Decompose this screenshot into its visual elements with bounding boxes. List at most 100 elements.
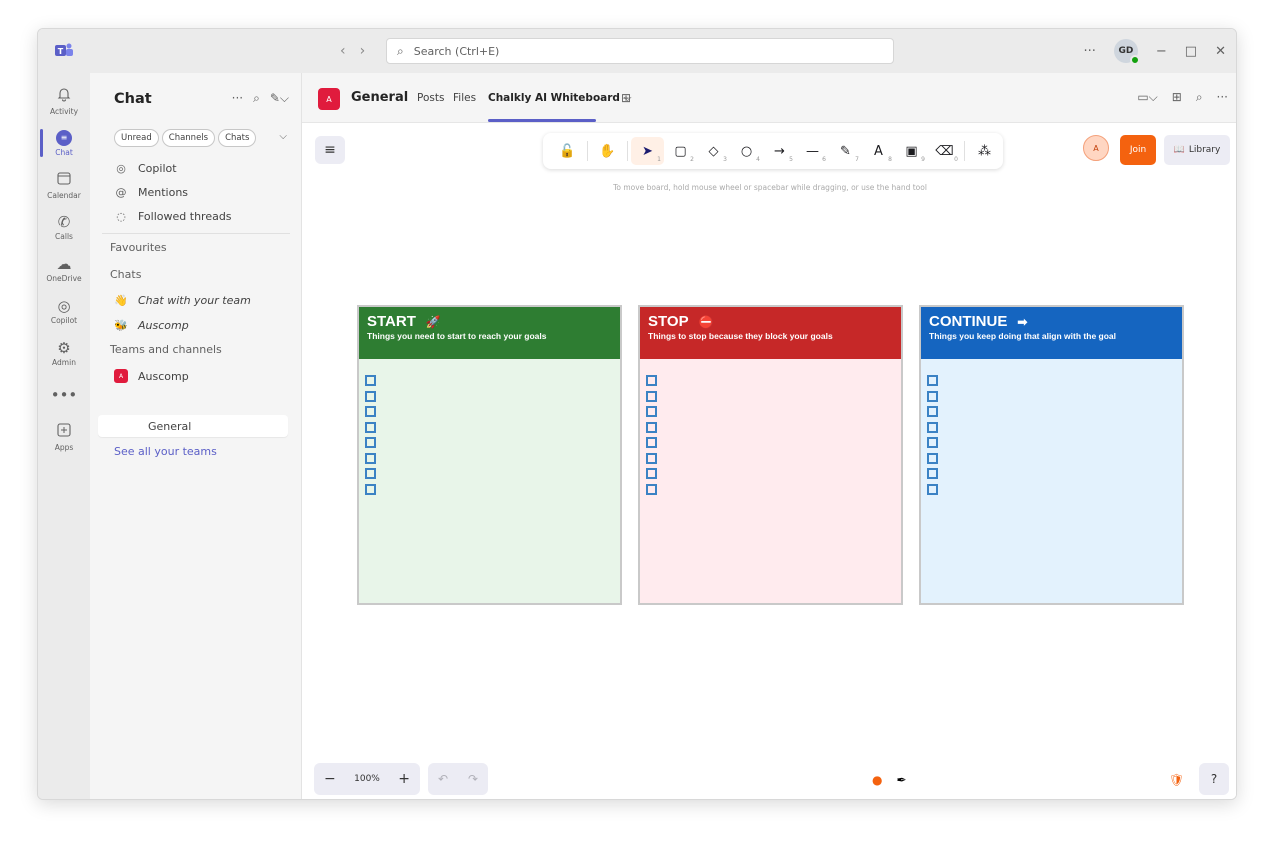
user-avatar[interactable]: GD xyxy=(1113,39,1140,65)
checkbox[interactable] xyxy=(365,406,376,417)
checkbox[interactable] xyxy=(365,421,376,433)
search-icon[interactable]: ⌕ xyxy=(253,91,260,106)
comment-icon[interactable]: ● xyxy=(872,773,882,787)
tab-posts[interactable]: Posts xyxy=(417,92,444,104)
ellipse-icon: ○ xyxy=(740,143,753,159)
filter-channels[interactable]: Channels xyxy=(161,129,216,147)
checkbox[interactable] xyxy=(927,406,938,417)
tool-pointer[interactable]: ➤ 1 xyxy=(631,137,664,165)
filter-chats[interactable]: Chats xyxy=(218,129,257,147)
collaborator-avatar[interactable]: A xyxy=(1083,135,1109,161)
tool-image[interactable]: ▣ 9 xyxy=(895,137,928,165)
checkbox[interactable] xyxy=(646,452,657,464)
checkbox[interactable] xyxy=(646,375,657,386)
close-icon[interactable]: ✕ xyxy=(1215,44,1226,59)
tool-text[interactable]: A8 xyxy=(862,137,895,165)
rail-item-apps[interactable]: Apps xyxy=(38,417,90,457)
sidebar-item-mentions[interactable]: @ Mentions xyxy=(114,186,189,199)
tab-whiteboard[interactable]: Chalkly AI Whiteboard ⌵ xyxy=(488,92,632,105)
chevron-down-icon[interactable]: ⌵ xyxy=(279,131,287,142)
checkbox[interactable] xyxy=(927,483,938,495)
checkbox[interactable] xyxy=(927,390,938,402)
retro-card-stop[interactable]: STOP ⛔ Things to stop because they block y… xyxy=(638,305,903,605)
rail-item-activity[interactable]: Activity xyxy=(38,81,90,121)
more-options-icon[interactable]: ··· xyxy=(232,91,243,106)
tool-arrow[interactable]: → 5 xyxy=(763,137,796,165)
maximize-icon[interactable]: □ xyxy=(1185,44,1197,59)
rail-item-more[interactable]: ••• xyxy=(38,375,90,415)
tool-line[interactable]: —6 xyxy=(796,137,829,165)
checkbox[interactable] xyxy=(365,483,376,495)
tool-eraser[interactable]: ⌫ 0 xyxy=(928,137,961,165)
search-icon[interactable]: ⌕ xyxy=(1196,90,1203,105)
team-item-auscomp[interactable]: A Auscomp xyxy=(114,369,189,383)
help-button[interactable]: ? xyxy=(1199,763,1229,795)
filter-unread[interactable]: Unread xyxy=(114,129,159,147)
undo-icon[interactable]: ↶ xyxy=(438,772,448,786)
checkbox[interactable] xyxy=(927,421,938,433)
sidebar-item-followed-threads[interactable]: ◌ Followed threads xyxy=(114,210,231,223)
whiteboard-canvas[interactable]: ≡ 🔓 ✋ ➤ 1 ▢ 2 ◇ 3 ○ 4 → 5—6 ✎ 7 A 8 ▣ 9 ⌫ 0 ⁂ To move board,… xyxy=(302,123,1236,799)
tool-hand[interactable]: ✋ xyxy=(591,137,624,165)
shield-icon[interactable]: 🛡 xyxy=(1169,773,1184,787)
chat-item-auscomp[interactable]: 🐝 Auscomp xyxy=(114,318,189,332)
menu-button[interactable]: ≡ xyxy=(315,136,345,164)
tool-lock[interactable]: 🔓 xyxy=(551,137,584,165)
section-chats[interactable]: Chats xyxy=(110,268,141,281)
checkbox[interactable] xyxy=(365,375,376,386)
checkbox[interactable] xyxy=(927,437,938,448)
checkbox[interactable] xyxy=(365,390,376,402)
help-icon: ? xyxy=(1210,772,1218,786)
add-tab-icon[interactable]: ⊞ xyxy=(621,91,631,105)
zoom-in-icon[interactable]: + xyxy=(398,771,410,787)
see-all-teams-link[interactable]: See all your teams xyxy=(114,445,217,458)
apps-grid-icon[interactable]: ⊞ xyxy=(1172,90,1182,105)
checkbox[interactable] xyxy=(365,452,376,464)
channel-item-general[interactable] xyxy=(98,415,288,437)
checkbox[interactable] xyxy=(927,375,938,386)
zoom-out-icon[interactable]: − xyxy=(324,771,336,787)
checkbox[interactable] xyxy=(927,452,938,464)
meet-video-icon[interactable]: ▭⌵ xyxy=(1137,90,1157,105)
tool-pencil[interactable]: ✎ 7 xyxy=(829,137,862,165)
checkbox[interactable] xyxy=(646,468,657,479)
checkbox[interactable] xyxy=(646,390,657,402)
rail-item-calls[interactable]: ✆ Calls xyxy=(38,207,90,247)
rail-item-calendar[interactable]: Calendar xyxy=(38,165,90,205)
pen-cursor-icon[interactable]: ✒ xyxy=(896,773,906,787)
checkbox[interactable] xyxy=(646,406,657,417)
back-arrow-icon[interactable]: ‹ xyxy=(340,43,360,59)
rail-item-chat[interactable]: ≡ Chat xyxy=(38,123,90,163)
checkbox[interactable] xyxy=(365,437,376,448)
checkbox[interactable] xyxy=(365,468,376,479)
library-button[interactable]: 📖 Library xyxy=(1164,135,1230,165)
more-options-icon[interactable]: ··· xyxy=(1083,44,1095,59)
join-button[interactable]: Join xyxy=(1120,135,1156,165)
retro-card-start[interactable]: START 🚀 Things you need to start to reach … xyxy=(357,305,622,605)
more-options-icon[interactable]: ··· xyxy=(1217,90,1228,105)
rail-item-copilot[interactable]: ◎ Copilot xyxy=(38,291,90,331)
section-favourites[interactable]: Favourites xyxy=(110,241,167,254)
tool-rectangle[interactable]: ▢ 2 xyxy=(664,137,697,165)
redo-icon[interactable]: ↷ xyxy=(468,772,478,786)
minimize-icon[interactable]: − xyxy=(1156,44,1167,59)
tool-ellipse[interactable]: ○ 4 xyxy=(730,137,763,165)
tool-shapes[interactable]: ⁂ xyxy=(968,137,1001,165)
rail-item-admin[interactable]: ⚙ Admin xyxy=(38,333,90,373)
new-chat-icon[interactable]: ✎⌵ xyxy=(270,91,289,106)
pointer-icon: ➤ xyxy=(642,143,653,159)
tool-diamond[interactable]: ◇ 3 xyxy=(697,137,730,165)
sidebar-item-copilot[interactable]: ◎ Copilot xyxy=(114,162,176,175)
chat-item-team[interactable]: 👋 Chat with your team xyxy=(114,293,251,307)
rail-item-onedrive[interactable]: ☁ OneDrive xyxy=(38,249,90,289)
checkbox[interactable] xyxy=(646,421,657,433)
zoom-level[interactable]: 100% xyxy=(354,774,380,784)
forward-arrow-icon[interactable]: › xyxy=(360,43,380,59)
checkbox[interactable] xyxy=(646,437,657,448)
checkbox[interactable] xyxy=(646,483,657,495)
search-input[interactable]: ⌕ Search (Ctrl+E) xyxy=(386,38,894,64)
checkbox[interactable] xyxy=(927,468,938,479)
tab-files[interactable]: Files xyxy=(453,92,476,104)
retro-card-continue[interactable]: CONTINUE ➡ Things you keep doing that alig… xyxy=(919,305,1184,605)
section-teams[interactable]: Teams and channels xyxy=(110,343,222,356)
